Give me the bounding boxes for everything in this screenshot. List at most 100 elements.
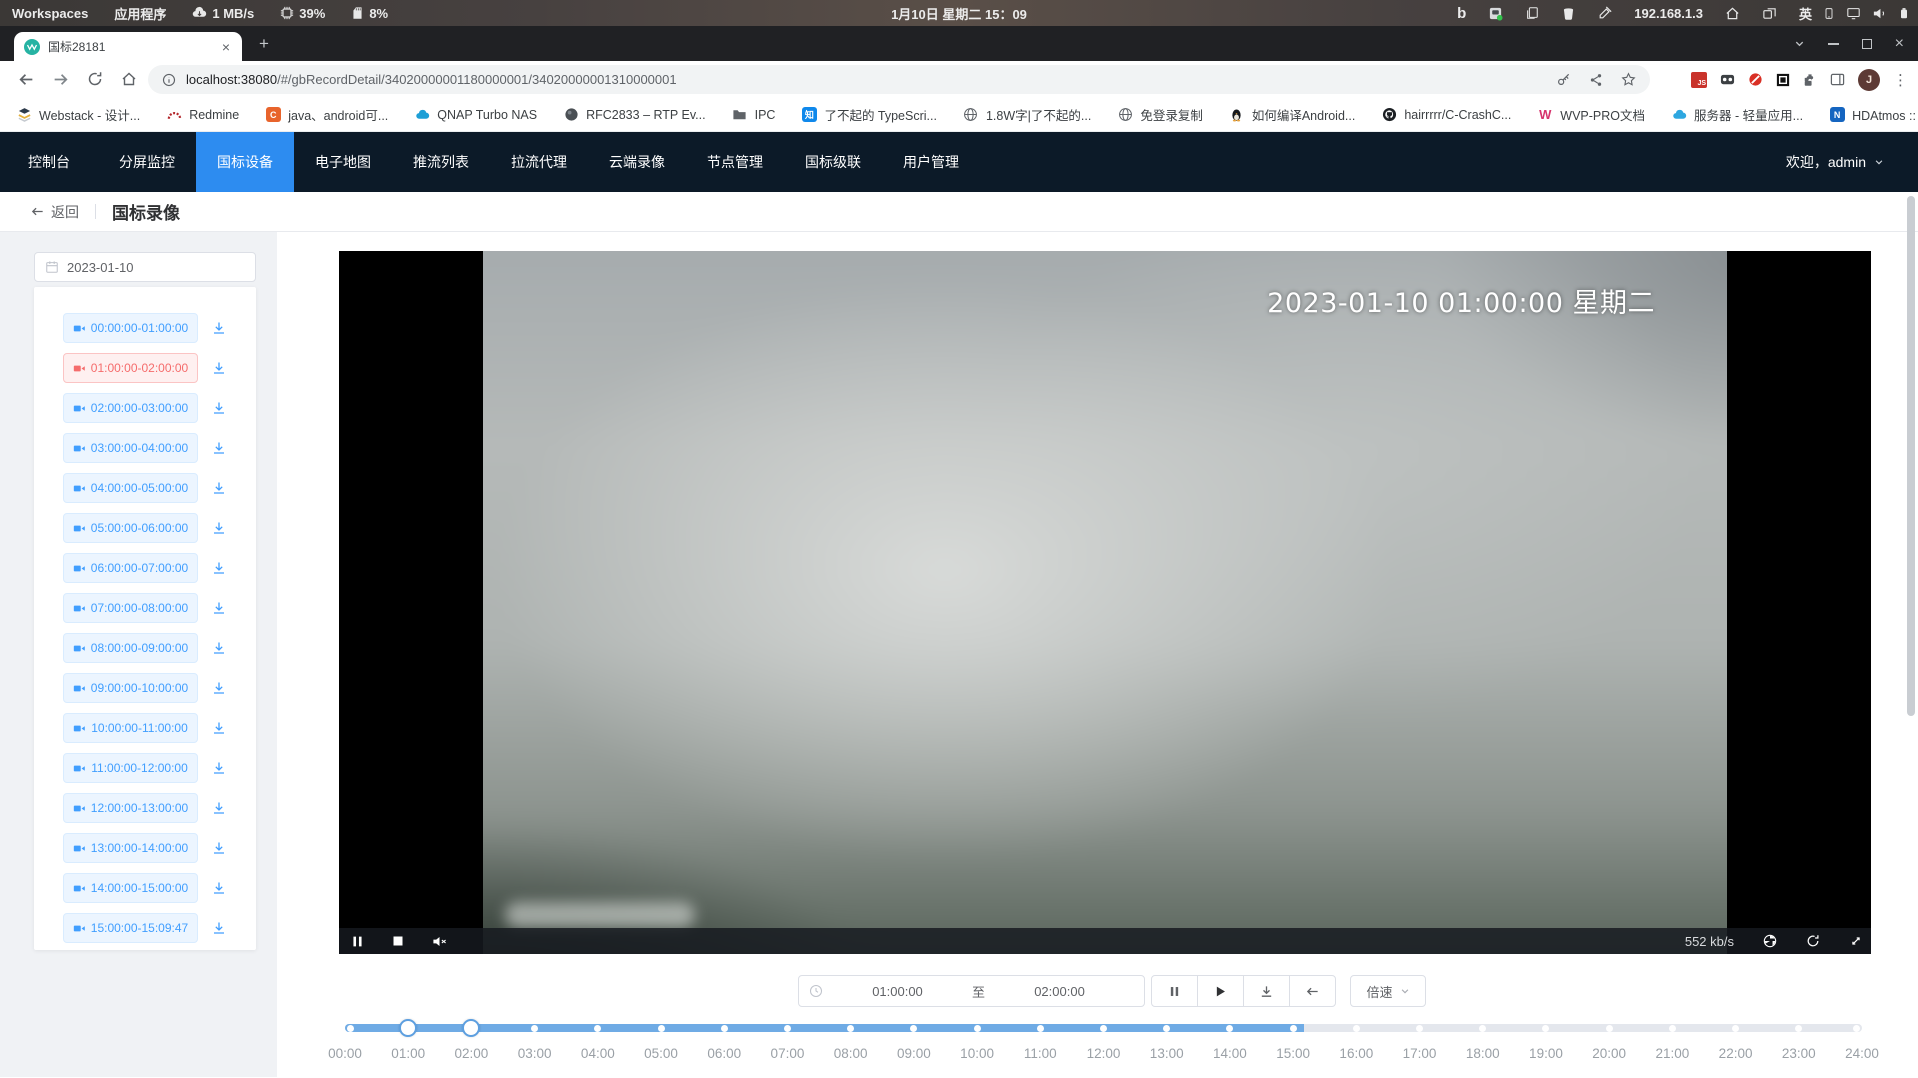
- bookmark-item[interactable]: Cjava、android可...: [265, 105, 388, 124]
- start-time-value[interactable]: 01:00:00: [823, 984, 972, 999]
- bookmark-item[interactable]: 知了不起的 TypeScri...: [801, 105, 937, 124]
- stop-icon[interactable]: [392, 935, 404, 947]
- bookmark-item[interactable]: IPC: [732, 107, 776, 123]
- color-picker-tray-icon[interactable]: [1598, 6, 1612, 20]
- segment-button[interactable]: 05:00:00-06:00:00: [63, 513, 198, 543]
- cpu-usage-indicator[interactable]: 39%: [280, 6, 325, 21]
- volume-icon[interactable]: [1872, 6, 1887, 21]
- nav-tab-3[interactable]: 电子地图: [294, 132, 392, 192]
- segment-download-button[interactable]: [211, 720, 227, 736]
- url-text[interactable]: localhost:38080/#/gbRecordDetail/3402000…: [186, 72, 677, 87]
- bookmark-item[interactable]: WWVP-PRO文档: [1537, 105, 1645, 124]
- pause-icon[interactable]: [351, 935, 364, 948]
- date-picker-input[interactable]: 2023-01-10: [34, 252, 256, 282]
- applications-button[interactable]: 应用程序: [114, 4, 166, 23]
- segment-button[interactable]: 15:00:00-15:09:47: [63, 913, 198, 943]
- extensions-puzzle-icon[interactable]: [1803, 73, 1817, 87]
- workspaces-button[interactable]: Workspaces: [12, 6, 88, 21]
- segment-button[interactable]: 11:00:00-12:00:00: [63, 753, 198, 783]
- clipboard-tray-icon[interactable]: [1525, 6, 1539, 20]
- network-speed-indicator[interactable]: 1 MB/s: [192, 6, 254, 21]
- back-button[interactable]: 返回: [30, 202, 79, 222]
- segment-download-button[interactable]: [211, 600, 227, 616]
- segment-button[interactable]: 03:00:00-04:00:00: [63, 433, 198, 463]
- segment-download-button[interactable]: [211, 480, 227, 496]
- nav-tab-0[interactable]: 控制台: [0, 132, 98, 192]
- tab-search-icon[interactable]: [1794, 38, 1805, 49]
- segment-download-button[interactable]: [211, 320, 227, 336]
- new-tab-button[interactable]: +: [252, 33, 276, 57]
- nav-tab-9[interactable]: 用户管理: [882, 132, 980, 192]
- window-maximize-button[interactable]: [1862, 39, 1872, 49]
- ip-address-indicator[interactable]: 192.168.1.3: [1634, 6, 1703, 21]
- nav-tab-5[interactable]: 拉流代理: [490, 132, 588, 192]
- timeline[interactable]: 00:0001:0002:0003:0004:0005:0006:0007:00…: [345, 1018, 1862, 1078]
- phone-link-icon[interactable]: [1823, 6, 1835, 21]
- fullscreen-icon[interactable]: [1849, 934, 1863, 948]
- notes-tray-icon[interactable]: [1488, 6, 1503, 21]
- seek-back-button[interactable]: [1289, 975, 1336, 1007]
- page-scrollbar[interactable]: [1907, 196, 1915, 716]
- incognito-extension-icon[interactable]: [1720, 72, 1735, 87]
- nav-tab-6[interactable]: 云端录像: [588, 132, 686, 192]
- bing-tray-icon[interactable]: b: [1457, 5, 1466, 22]
- segment-download-button[interactable]: [211, 760, 227, 776]
- coffee-tray-icon[interactable]: [1561, 6, 1576, 21]
- segment-button[interactable]: 12:00:00-13:00:00: [63, 793, 198, 823]
- segment-download-button[interactable]: [211, 520, 227, 536]
- address-bar[interactable]: localhost:38080/#/gbRecordDetail/3402000…: [148, 65, 1650, 94]
- segment-download-button[interactable]: [211, 440, 227, 456]
- segment-button[interactable]: 00:00:00-01:00:00: [63, 313, 198, 343]
- nav-tab-4[interactable]: 推流列表: [392, 132, 490, 192]
- download-button[interactable]: [1243, 975, 1290, 1007]
- nav-tab-2[interactable]: 国标设备: [196, 132, 294, 192]
- segment-button[interactable]: 08:00:00-09:00:00: [63, 633, 198, 663]
- user-menu[interactable]: 欢迎，admin: [1786, 132, 1918, 192]
- browser-tab[interactable]: 国标28181 ×: [14, 32, 242, 61]
- segment-button[interactable]: 07:00:00-08:00:00: [63, 593, 198, 623]
- workspaces-tray-icon[interactable]: [1762, 6, 1777, 21]
- bookmark-item[interactable]: RFC2833 – RTP Ev...: [563, 107, 706, 123]
- segment-download-button[interactable]: [211, 840, 227, 856]
- playback-speed-dropdown[interactable]: 倍速: [1350, 975, 1426, 1007]
- input-method-indicator[interactable]: 英: [1799, 4, 1812, 23]
- segment-download-button[interactable]: [211, 800, 227, 816]
- bookmark-item[interactable]: Redmine: [166, 107, 239, 123]
- memory-usage-indicator[interactable]: 8%: [351, 6, 388, 21]
- nav-tab-1[interactable]: 分屏监控: [98, 132, 196, 192]
- play-button[interactable]: [1197, 975, 1244, 1007]
- pause-button[interactable]: [1151, 975, 1198, 1007]
- site-info-icon[interactable]: [162, 73, 176, 87]
- segment-button[interactable]: 10:00:00-11:00:00: [63, 713, 198, 743]
- segment-button[interactable]: 13:00:00-14:00:00: [63, 833, 198, 863]
- segment-button[interactable]: 06:00:00-07:00:00: [63, 553, 198, 583]
- timeline-track[interactable]: [345, 1024, 1862, 1032]
- time-range-input[interactable]: 01:00:00 至 02:00:00: [798, 975, 1145, 1007]
- nav-tab-7[interactable]: 节点管理: [686, 132, 784, 192]
- display-icon[interactable]: [1846, 6, 1861, 20]
- reload-icon[interactable]: [87, 71, 103, 87]
- segment-button[interactable]: 02:00:00-03:00:00: [63, 393, 198, 423]
- timeline-handle-end[interactable]: [462, 1019, 480, 1037]
- bookmark-item[interactable]: 服务器 - 轻量应用...: [1671, 105, 1803, 124]
- profile-avatar[interactable]: J: [1858, 69, 1880, 91]
- segment-download-button[interactable]: [211, 560, 227, 576]
- bookmark-item[interactable]: QNAP Turbo NAS: [414, 107, 537, 123]
- back-icon[interactable]: [18, 71, 35, 88]
- video-player[interactable]: 2023-01-10 01:00:00 星期二 552 kb/s: [339, 251, 1871, 954]
- battery-icon[interactable]: [1898, 5, 1910, 21]
- segment-download-button[interactable]: [211, 400, 227, 416]
- segment-download-button[interactable]: [211, 680, 227, 696]
- bookmark-item[interactable]: 免登录复制: [1117, 105, 1203, 124]
- screenshot-extension-icon[interactable]: [1776, 73, 1790, 87]
- shutter-settings-icon[interactable]: [1763, 934, 1777, 948]
- window-minimize-button[interactable]: [1828, 43, 1839, 45]
- home-icon[interactable]: [121, 71, 137, 87]
- nav-tab-8[interactable]: 国标级联: [784, 132, 882, 192]
- segment-button[interactable]: 09:00:00-10:00:00: [63, 673, 198, 703]
- timeline-handle-start[interactable]: [399, 1019, 417, 1037]
- bookmark-item[interactable]: NHDAtmos :: 种子 *...: [1829, 105, 1918, 124]
- volume-muted-icon[interactable]: [432, 934, 447, 949]
- end-time-value[interactable]: 02:00:00: [985, 984, 1134, 999]
- blocker-extension-icon[interactable]: [1748, 72, 1763, 87]
